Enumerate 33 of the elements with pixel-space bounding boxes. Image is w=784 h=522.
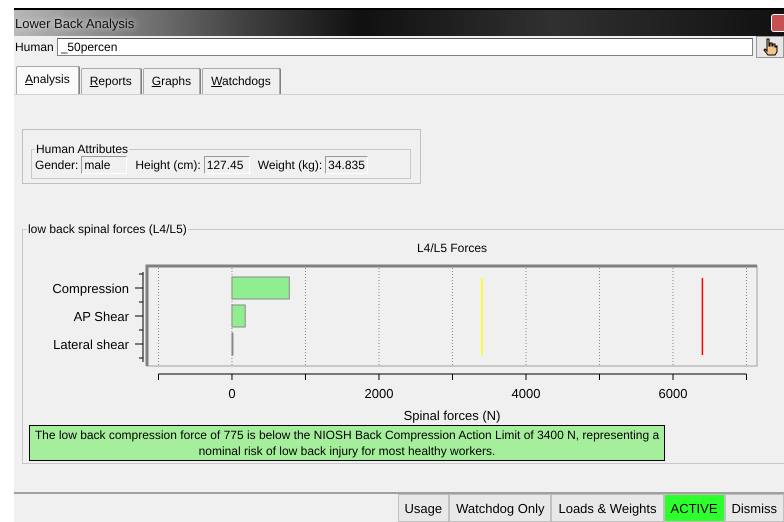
tab[interactable]: Reports (80, 68, 141, 94)
status-button[interactable]: Dismiss (724, 494, 784, 522)
axis-title: Spinal forces (N) (404, 408, 500, 423)
chart-title: L4/L5 Forces (416, 241, 488, 255)
field-label: Gender: (35, 158, 78, 172)
tab[interactable]: Watchdogs (202, 68, 280, 94)
result-message: The low back compression force of 775 is below the NIOSH Back Compression Action Limit of 3400 N, representing a nominal risk of low back injury for most healthy workers. (29, 425, 665, 461)
field-label: Height (cm): (135, 158, 201, 172)
tick-label: 4000 (512, 386, 540, 401)
tick-label: 2000 (364, 386, 394, 401)
window-title: Lower Back Analysis (14, 16, 134, 30)
field-label: Weight (kg): (258, 158, 322, 172)
axis-label: AP Shear (74, 309, 129, 324)
status-button[interactable]: Usage (398, 494, 450, 522)
status-button[interactable]: Watchdog Only (449, 494, 552, 522)
hand-icon (762, 38, 778, 56)
input-field[interactable]: _50percen (56, 38, 753, 56)
group-title: low back spinal forces (L4/L5) (27, 222, 188, 236)
status-button[interactable]: ACTIVE (664, 494, 724, 522)
pick-button[interactable] (756, 36, 784, 58)
group-title: Human Attributes (35, 142, 130, 156)
tab[interactable]: Analysis (16, 66, 79, 94)
axis-label: Lateral shear (53, 337, 129, 352)
field-label: Human (14, 40, 54, 54)
tick-label: 6000 (658, 386, 688, 401)
axis-label: Compression (52, 281, 129, 296)
close-button[interactable] (771, 14, 784, 32)
tab[interactable]: Graphs (142, 68, 200, 94)
value-field: 127.45 (204, 156, 250, 174)
status-button[interactable]: Loads & Weights (551, 494, 664, 522)
tick-label: 0 (228, 386, 236, 401)
value-field: male (81, 156, 128, 174)
value-field: 34.835 (325, 156, 368, 174)
